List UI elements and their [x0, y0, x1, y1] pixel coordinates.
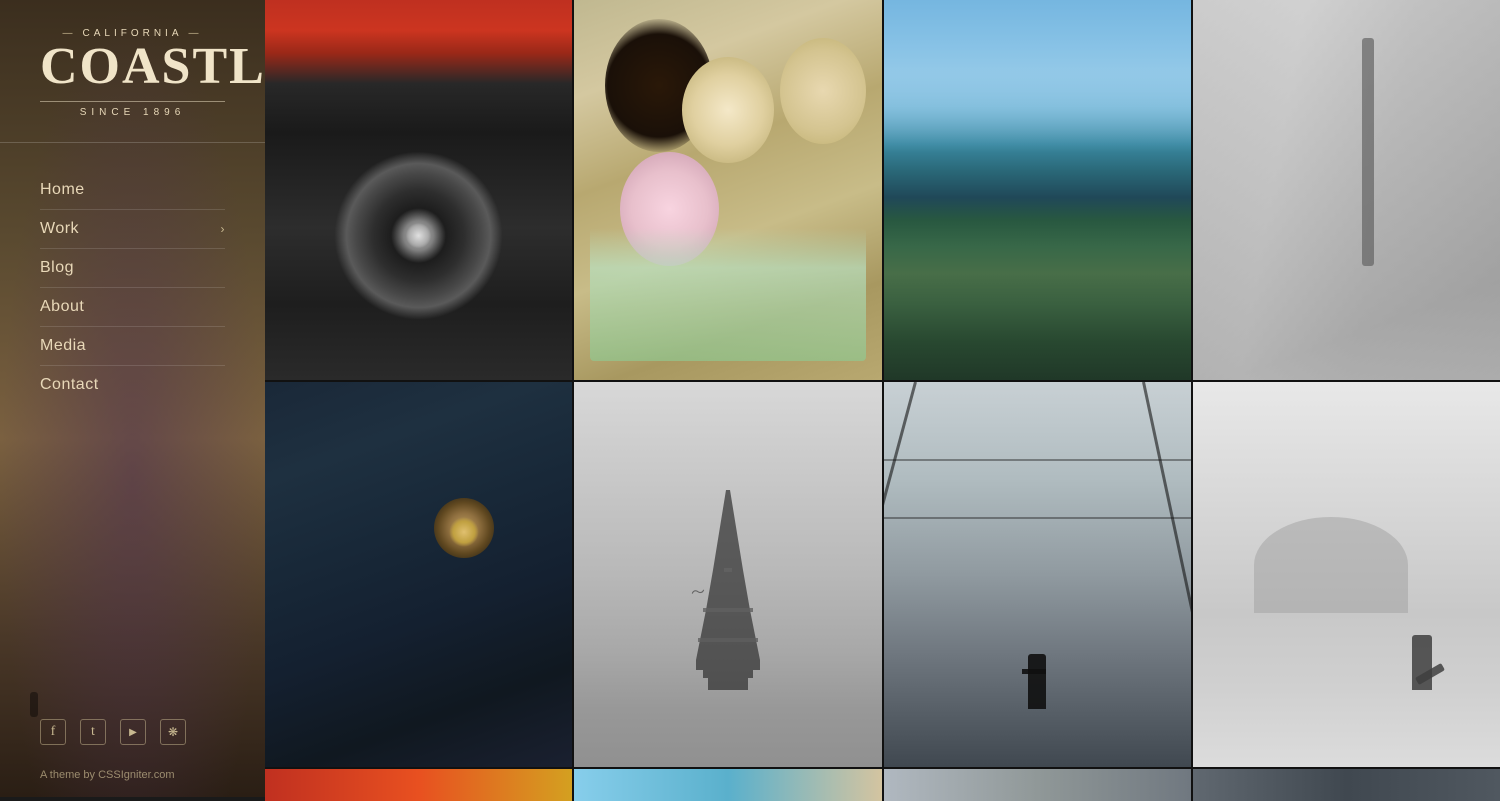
grid-cell-beach[interactable] [1193, 382, 1500, 767]
grid-cell-station[interactable] [884, 382, 1191, 767]
grid-strip-2[interactable] [574, 769, 881, 801]
grid-strip-1[interactable] [265, 769, 572, 801]
twitter-icon[interactable]: t [80, 719, 106, 745]
grid-cell-coastline[interactable] [884, 0, 1191, 380]
grid-strip-4[interactable] [1193, 769, 1500, 801]
nav-label-home: Home [40, 181, 85, 199]
grid-cell-street[interactable] [1193, 0, 1500, 380]
grid-cell-macarons[interactable] [574, 0, 881, 380]
photo-grid: 〜 [265, 0, 1500, 801]
nav-item-home[interactable]: Home [40, 171, 225, 210]
logo-area: CALIFORNIA COASTLINE SINCE 1896 [0, 0, 265, 143]
social-icons: f t ▶ ❋ [0, 703, 265, 761]
sidebar: CALIFORNIA COASTLINE SINCE 1896 Home Wor… [0, 0, 265, 797]
nav-item-contact[interactable]: Contact [40, 366, 225, 404]
street-image [1193, 0, 1500, 380]
nav-label-work: Work [40, 220, 79, 238]
nav-arrow-work: › [221, 222, 226, 236]
footer-credit: A theme by CSSIgniter.com [0, 761, 265, 797]
nav-label-about: About [40, 298, 84, 316]
nav-label-media: Media [40, 337, 86, 355]
grid-strip-3[interactable] [884, 769, 1191, 801]
facebook-icon[interactable]: f [40, 719, 66, 745]
youtube-icon[interactable]: ▶ [120, 719, 146, 745]
logo-main-text: COASTLINE [40, 41, 225, 93]
macarons-image [574, 0, 881, 380]
nav-label-contact: Contact [40, 376, 99, 394]
door-image [265, 382, 572, 767]
logo-divider [40, 101, 225, 102]
sidebar-content: CALIFORNIA COASTLINE SINCE 1896 Home Wor… [0, 0, 265, 797]
nav-item-blog[interactable]: Blog [40, 249, 225, 288]
grid-cell-wheel[interactable] [265, 0, 572, 380]
nav-item-work[interactable]: Work › [40, 210, 225, 249]
nav-item-about[interactable]: About [40, 288, 225, 327]
wheel-image [265, 0, 572, 380]
beach-guitar-image [1193, 382, 1500, 767]
nav-item-media[interactable]: Media [40, 327, 225, 366]
nav-label-blog: Blog [40, 259, 74, 277]
dribbble-icon[interactable]: ❋ [160, 719, 186, 745]
station-image [884, 382, 1191, 767]
grid-cell-door[interactable] [265, 382, 572, 767]
grid-cell-eiffel[interactable]: 〜 [574, 382, 881, 767]
eiffel-image: 〜 [574, 382, 881, 767]
logo-since-text: SINCE 1896 [40, 107, 225, 118]
coastline-image [884, 0, 1191, 380]
main-nav: Home Work › Blog About Media Contact [0, 147, 265, 437]
